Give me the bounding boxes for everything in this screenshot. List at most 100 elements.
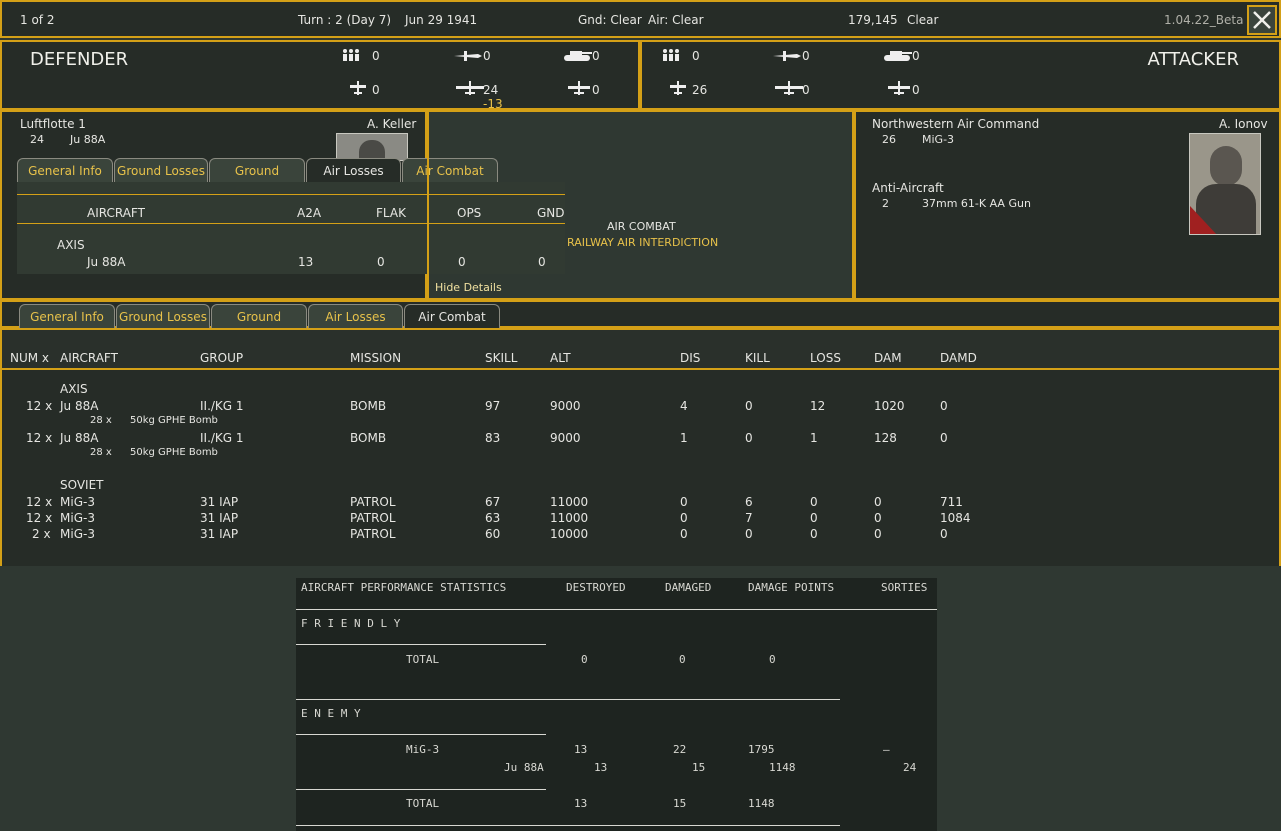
- fighter-icon: [454, 50, 482, 64]
- defender-infantry-count: 0: [372, 49, 380, 63]
- col-damd: DAMD: [940, 351, 977, 365]
- row-damd: 0: [940, 527, 948, 541]
- losses-a2a: 13: [298, 255, 314, 269]
- attacker-detail: Northwestern Air Command A. Ionov 26 MiG…: [854, 110, 1281, 300]
- row-aircraft: Ju 88A: [60, 431, 99, 445]
- soviet-label: SOVIET: [60, 478, 104, 492]
- enemy-total-destroyed: 13: [574, 797, 588, 810]
- tab-air-combat[interactable]: Air Combat: [404, 304, 500, 328]
- row-loss: 12: [810, 399, 826, 413]
- row-damd: 1084: [940, 511, 971, 525]
- row-mission: PATROL: [350, 511, 396, 525]
- attacker-title: ATTACKER: [1147, 49, 1239, 70]
- defender-aircraft-count: 24: [30, 133, 44, 146]
- attacker-plane-count: 26: [692, 83, 708, 97]
- losses-header-a2a: A2A: [297, 206, 322, 220]
- infantry-icon: [342, 49, 360, 64]
- row-bomb-type: 50kg GPHE Bomb: [130, 447, 218, 458]
- attacker-transport-count: 0: [912, 83, 920, 97]
- soviet-flag-corner: [1190, 206, 1218, 234]
- col-alt: ALT: [550, 351, 571, 365]
- stats-sorties: 24: [903, 761, 917, 774]
- enemy-total-label: TOTAL: [406, 797, 440, 810]
- losses-aircraft: Ju 88A: [87, 255, 126, 269]
- row-aircraft: MiG-3: [60, 527, 95, 541]
- plane-icon: [350, 81, 366, 98]
- row-group: 31 IAP: [200, 495, 239, 509]
- stats-col-destroyed: DESTROYED: [566, 581, 626, 594]
- defender-unit-name: Luftflotte 1: [20, 117, 86, 131]
- aa-title: Anti-Aircraft: [872, 181, 944, 195]
- tab-ground-losses[interactable]: Ground Losses: [114, 158, 208, 182]
- attacker-commander: A. Ionov: [1219, 117, 1268, 131]
- bomber-icon: [456, 81, 484, 98]
- performance-statistics: AIRCRAFT PERFORMANCE STATISTICS DESTROYE…: [296, 578, 937, 831]
- row-aircraft: MiG-3: [60, 495, 95, 509]
- tab-general-info[interactable]: General Info: [17, 158, 113, 182]
- fighter-icon: [773, 50, 801, 64]
- defender-fighter-count: 0: [483, 49, 491, 63]
- stats-col-damaged: DAMAGED: [665, 581, 712, 594]
- losses-flak: 0: [377, 255, 385, 269]
- attacker-commander-portrait: [1189, 133, 1261, 235]
- row-mission: PATROL: [350, 527, 396, 541]
- stats-col-sorties: SORTIES: [881, 581, 928, 594]
- attacker-fighter-count: 0: [802, 49, 810, 63]
- row-dis: 0: [680, 495, 688, 509]
- bomber-icon: [775, 81, 803, 98]
- row-alt: 11000: [550, 495, 589, 509]
- row-kill: 0: [745, 527, 753, 541]
- weather-label: Clear: [907, 13, 939, 27]
- attacker-aircraft-type: MiG-3: [922, 133, 955, 146]
- attacker-unit-name: Northwestern Air Command: [872, 117, 1040, 131]
- hide-details-link[interactable]: Hide Details: [435, 281, 502, 294]
- row-damd: 711: [940, 495, 963, 509]
- col-num: NUM x: [10, 351, 50, 365]
- defender-plane-count: 0: [372, 83, 380, 97]
- combat-summary: AIR COMBAT RAILWAY AIR INTERDICTION Hide…: [427, 110, 854, 300]
- aa-count: 2: [882, 197, 889, 210]
- close-button[interactable]: [1247, 5, 1277, 35]
- stats-damaged: 15: [692, 761, 706, 774]
- row-kill: 0: [745, 431, 753, 445]
- tab-air-losses[interactable]: Air Losses: [308, 304, 403, 328]
- page-indicator: 1 of 2: [20, 13, 55, 27]
- row-damd: 0: [940, 399, 948, 413]
- defender-tank-count: 0: [592, 49, 600, 63]
- row-dis: 1: [680, 431, 688, 445]
- row-skill: 63: [485, 511, 501, 525]
- row-num: 12 x: [26, 511, 53, 525]
- row-skill: 60: [485, 527, 501, 541]
- col-mission: MISSION: [350, 351, 402, 365]
- defender-transport-count: 0: [592, 83, 600, 97]
- tab-general-info[interactable]: General Info: [19, 304, 115, 328]
- defender-bomber-loss: -13: [483, 97, 503, 111]
- row-bomb-count: 28 x: [90, 415, 112, 426]
- col-aircraft: AIRCRAFT: [60, 351, 118, 365]
- attacker-bomber-count: 0: [802, 83, 810, 97]
- col-dam: DAM: [874, 351, 902, 365]
- tab-ground-combat[interactable]: Ground Combat: [209, 158, 305, 202]
- losses-group-label: AXIS: [57, 238, 85, 252]
- row-skill: 83: [485, 431, 501, 445]
- row-group: 31 IAP: [200, 527, 239, 541]
- tab-ground-losses[interactable]: Ground Losses: [116, 304, 210, 328]
- tank-icon: [882, 50, 912, 65]
- tab-ground-combat[interactable]: Ground Combat: [211, 304, 307, 348]
- defender-commander: A. Keller: [367, 117, 417, 131]
- row-num: 2 x: [32, 527, 51, 541]
- friendly-total-points: 0: [769, 653, 776, 666]
- row-loss: 0: [810, 495, 818, 509]
- enemy-total-points: 1148: [748, 797, 775, 810]
- row-group: 31 IAP: [200, 511, 239, 525]
- row-dam: 0: [874, 527, 882, 541]
- row-kill: 0: [745, 399, 753, 413]
- row-loss: 0: [810, 511, 818, 525]
- row-aircraft: MiG-3: [60, 511, 95, 525]
- col-skill: SKILL: [485, 351, 518, 365]
- row-aircraft: Ju 88A: [60, 399, 99, 413]
- col-group: GROUP: [200, 351, 244, 365]
- hex-location: 179,145: [848, 13, 898, 27]
- row-damd: 0: [940, 431, 948, 445]
- tab-air-losses[interactable]: Air Losses: [306, 158, 401, 182]
